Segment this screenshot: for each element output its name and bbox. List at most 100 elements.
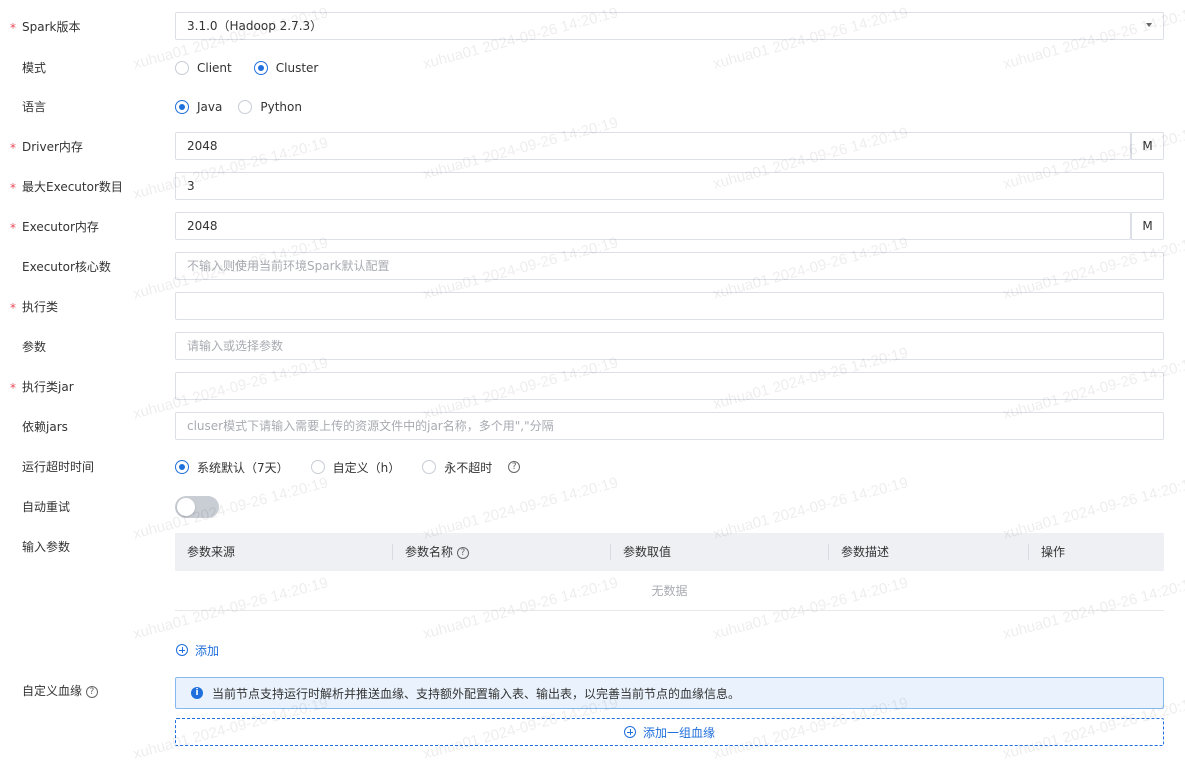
main-class-field — [175, 292, 1164, 320]
info-icon: i — [191, 687, 203, 699]
column-header-label: 操作 — [1041, 545, 1066, 559]
spark-version-value: 3.1.0（Hadoop 2.7.3） — [175, 12, 1164, 40]
column-header-label: 参数取值 — [623, 545, 672, 559]
column-header-label: 参数名称 — [405, 545, 454, 559]
spark-version-label: Spark版本 — [22, 20, 81, 34]
main-jar-input[interactable] — [175, 372, 1164, 400]
dep-jars-row: 依赖jars cluser模式下请输入需要上传的资源文件中的jar名称，多个用"… — [0, 412, 1185, 442]
dep-jars-input[interactable]: cluser模式下请输入需要上传的资源文件中的jar名称，多个用","分隔 — [175, 412, 1164, 440]
radio-circle — [310, 460, 325, 474]
max-executors-field: 3 — [175, 172, 1164, 200]
main-jar-label: 执行类jar — [22, 380, 74, 394]
required-mark: * — [10, 301, 16, 315]
auto-retry-label: 自动重试 — [22, 500, 71, 514]
timeout-radio-group: 系统默认（7天） 自定义（h） 永不超时 ? — [175, 452, 521, 482]
column-header-action: 操作 — [1029, 533, 1164, 571]
radio-label: 永不超时 — [444, 460, 493, 475]
help-icon[interactable]: ? — [85, 685, 98, 698]
radio-label: 系统默认（7天） — [197, 460, 289, 475]
main-class-label: 执行类 — [22, 300, 59, 314]
column-header-name: 参数名称 ? — [393, 533, 611, 571]
required-mark: * — [10, 21, 16, 35]
add-lineage-label: 添加一组血缘 — [642, 725, 715, 740]
required-mark: * — [10, 181, 16, 195]
max-executors-label: 最大Executor数目 — [22, 180, 123, 194]
timeout-radio-never[interactable]: 永不超时 — [422, 459, 492, 476]
column-header-label: 参数来源 — [187, 545, 236, 559]
mode-radio-cluster[interactable]: Cluster — [253, 61, 319, 75]
spark-version-row: * Spark版本 3.1.0（Hadoop 2.7.3） — [0, 12, 1185, 42]
radio-circle — [238, 100, 253, 114]
help-icon[interactable]: ? — [456, 546, 469, 559]
executor-memory-label: Executor内存 — [22, 220, 99, 234]
language-radio-group: Java Python — [175, 92, 318, 122]
auto-retry-row: 自动重试 — [0, 492, 1185, 522]
executor-memory-unit: M — [1131, 212, 1164, 240]
column-header-desc: 参数描述 — [829, 533, 1029, 571]
params-label: 参数 — [22, 340, 47, 354]
driver-memory-input[interactable]: 2048 — [175, 132, 1131, 160]
add-lineage-button[interactable]: 添加一组血缘 — [175, 718, 1164, 746]
executor-memory-input[interactable]: 2048 — [175, 212, 1131, 240]
add-param-button[interactable]: 添加 — [176, 642, 219, 658]
driver-memory-unit: M — [1131, 132, 1164, 160]
column-header-source: 参数来源 — [175, 533, 393, 571]
plus-circle-icon — [623, 726, 636, 738]
auto-retry-toggle[interactable] — [175, 496, 219, 518]
main-class-input[interactable] — [175, 292, 1164, 320]
radio-circle — [175, 460, 189, 474]
mode-radio-group: Client Cluster — [175, 53, 334, 83]
plus-circle-icon — [176, 644, 188, 656]
column-header-value: 参数取值 — [611, 533, 829, 571]
radio-label: Java — [197, 100, 223, 114]
radio-circle — [175, 61, 189, 75]
params-row: 参数 请输入或选择参数 — [0, 332, 1185, 362]
params-input[interactable]: 请输入或选择参数 — [175, 332, 1164, 360]
executor-cores-input[interactable]: 不输入则使用当前环境Spark默认配置 — [175, 252, 1164, 280]
timeout-label: 运行超时时间 — [22, 460, 95, 474]
required-mark: * — [10, 221, 16, 235]
max-executors-row: * 最大Executor数目 3 — [0, 172, 1185, 202]
params-field: 请输入或选择参数 — [175, 332, 1164, 360]
add-param-label: 添加 — [195, 643, 220, 658]
language-radio-java[interactable]: Java — [175, 100, 222, 114]
dep-jars-label: 依赖jars — [22, 420, 68, 434]
help-icon[interactable]: ? — [508, 461, 521, 473]
driver-memory-label: Driver内存 — [22, 140, 83, 154]
spark-version-select[interactable]: 3.1.0（Hadoop 2.7.3） — [175, 12, 1164, 40]
lineage-info-alert: i 当前节点支持运行时解析并推送血缘、支持额外配置输入表、输出表，以完善当前节点… — [175, 677, 1164, 709]
language-label: 语言 — [22, 100, 47, 114]
executor-cores-label: Executor核心数 — [22, 260, 111, 274]
main-class-row: * 执行类 — [0, 292, 1185, 322]
executor-cores-row: Executor核心数 不输入则使用当前环境Spark默认配置 — [0, 252, 1185, 282]
column-header-label: 参数描述 — [841, 545, 890, 559]
radio-label: Cluster — [275, 61, 319, 75]
table-empty-text: 无数据 — [175, 571, 1164, 611]
max-executors-input[interactable]: 3 — [175, 172, 1164, 200]
input-params-table: 参数来源 参数名称 ? 参数取值 参数描述 操作 无数据 — [175, 533, 1164, 611]
main-jar-row: * 执行类jar — [0, 372, 1185, 402]
timeout-radio-default[interactable]: 系统默认（7天） — [175, 459, 289, 476]
caret-down-icon — [1146, 23, 1152, 27]
radio-label: Client — [197, 61, 232, 75]
dep-jars-field: cluser模式下请输入需要上传的资源文件中的jar名称，多个用","分隔 — [175, 412, 1164, 440]
language-radio-python[interactable]: Python — [238, 100, 302, 114]
main-jar-field — [175, 372, 1164, 400]
required-mark: * — [10, 381, 16, 395]
executor-memory-field: 2048 M — [175, 212, 1164, 240]
input-params-label: 输入参数 — [22, 540, 71, 554]
radio-circle — [253, 61, 268, 75]
executor-memory-row: * Executor内存 2048 M — [0, 212, 1185, 242]
mode-radio-client[interactable]: Client — [175, 61, 232, 75]
driver-memory-field: 2048 M — [175, 132, 1164, 160]
lineage-label: 自定义血缘 — [22, 684, 83, 698]
radio-label: 自定义（h） — [332, 460, 401, 475]
driver-memory-row: * Driver内存 2048 M — [0, 132, 1185, 162]
timeout-radio-custom[interactable]: 自定义（h） — [310, 459, 401, 476]
executor-cores-field: 不输入则使用当前环境Spark默认配置 — [175, 252, 1164, 280]
timeout-row: 运行超时时间 系统默认（7天） 自定义（h） 永不超时 ? — [0, 452, 1185, 482]
radio-circle — [422, 460, 437, 474]
required-mark: * — [10, 141, 16, 155]
radio-label: Python — [260, 100, 302, 114]
radio-circle — [175, 100, 189, 114]
